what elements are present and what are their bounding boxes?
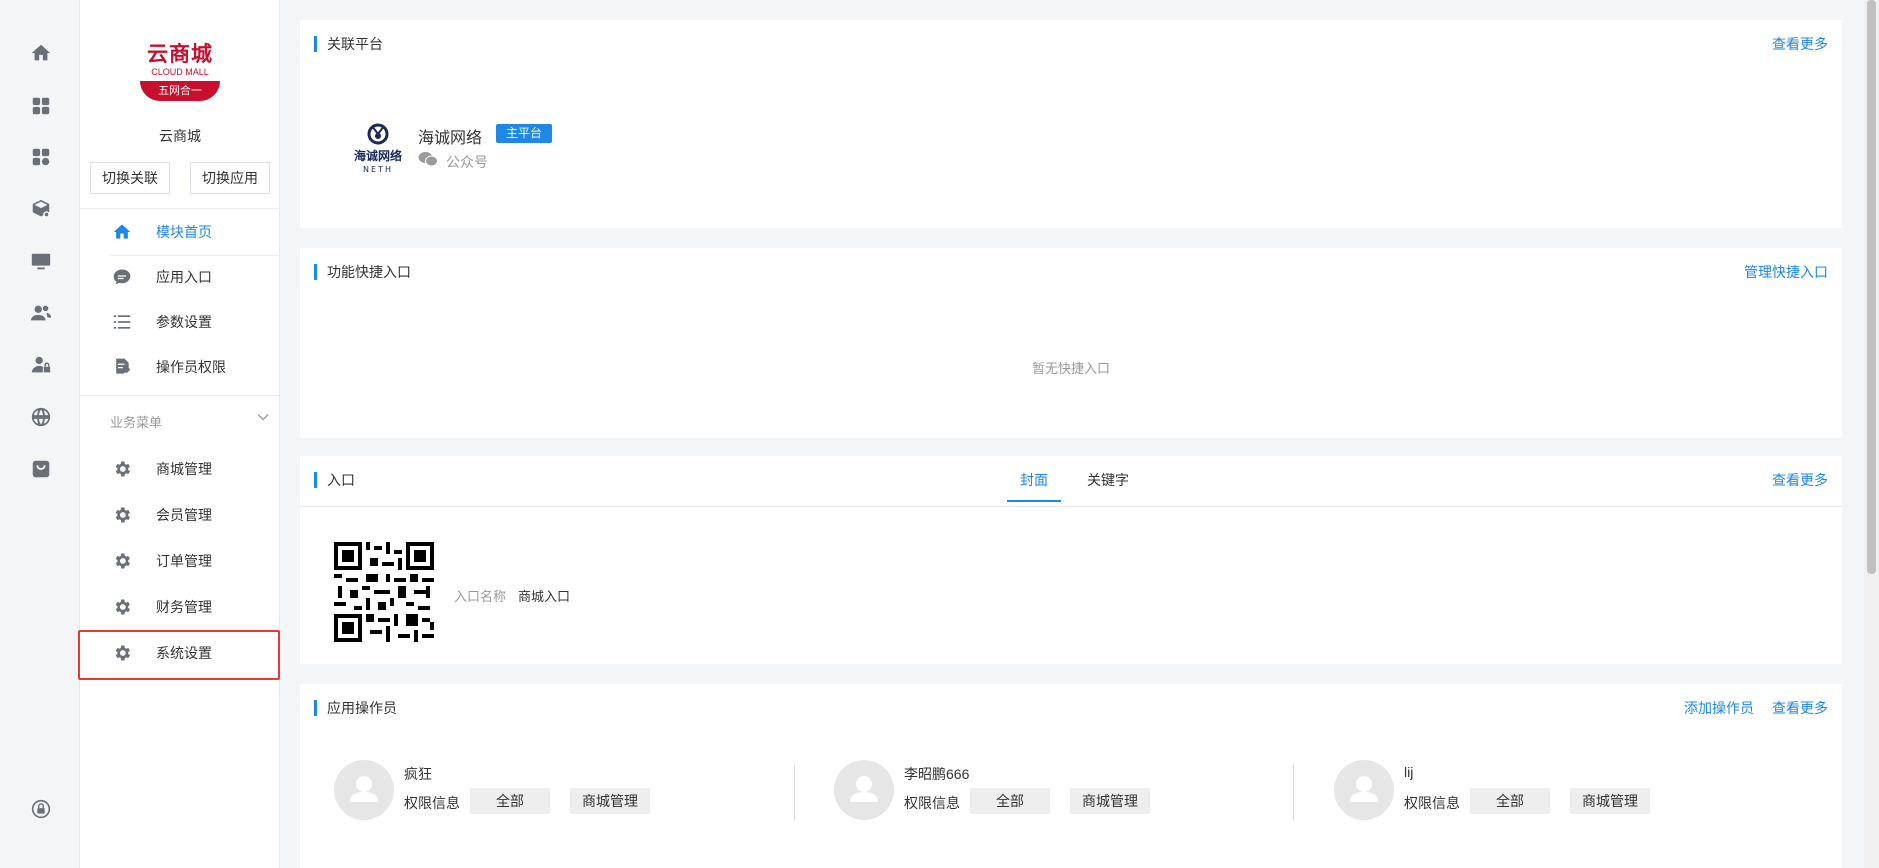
avatar (1334, 760, 1394, 820)
view-more-link[interactable]: 查看更多 (1772, 472, 1828, 488)
card-title: 应用操作员 (314, 700, 397, 716)
app-name: 云商城 (159, 128, 201, 144)
operators-card: 应用操作员 添加操作员 查看更多 疯狂 权限信息 全部 商城管理 李昭鹏666 … (300, 684, 1842, 868)
avatar (334, 760, 394, 820)
menu-item-label: 应用入口 (156, 269, 212, 285)
platform-type: 公众号 (446, 154, 488, 170)
gear-icon (110, 595, 134, 619)
entry-name-value: 商城入口 (518, 589, 571, 604)
entry-name-label: 入口名称 (454, 589, 507, 604)
operator-item: 疯狂 权限信息 全部 商城管理 (334, 760, 834, 820)
switch-app-button[interactable]: 切换应用 (190, 162, 270, 194)
related-platform-card: 关联平台 查看更多 海诚网络 NETH 海诚网络 主平台 公众号 (300, 20, 1842, 228)
menu-item-param-settings[interactable]: 参数设置 (80, 302, 280, 342)
menu-item-label: 商城管理 (156, 461, 212, 477)
menu-item-label: 参数设置 (156, 314, 212, 330)
menu-item-operator-permissions[interactable]: 操作员权限 (80, 347, 280, 387)
entry-card: 入口 封面 关键字 查看更多 入口名称 商城入口 (300, 456, 1842, 664)
module-sidebar: 云商城 CLOUD MALL 五网合一 云商城 切换关联 切换应用 模块首页 应… (78, 0, 280, 868)
logo-ribbon: 五网合一 (140, 81, 220, 101)
logo-subtitle: CLOUD MALL (151, 67, 209, 77)
menu-item-label: 订单管理 (156, 553, 212, 569)
menu-item-order-management[interactable]: 订单管理 (80, 541, 280, 581)
wechat-icon (418, 152, 438, 167)
document-edit-icon (110, 355, 134, 379)
apps-add-icon[interactable] (28, 144, 54, 170)
menu-item-member-management[interactable]: 会员管理 (80, 495, 280, 535)
main-platform-badge: 主平台 (496, 124, 553, 143)
perm-label: 权限信息 (1404, 795, 1460, 811)
menu-item-label: 财务管理 (156, 599, 212, 615)
icon-rail (0, 0, 80, 868)
menu-item-mall-management[interactable]: 商城管理 (80, 449, 280, 489)
home-icon (110, 220, 134, 244)
monitor-icon[interactable] (28, 249, 54, 275)
logo-title: 云商城 (147, 43, 213, 66)
vertical-scrollbar[interactable] (1864, 0, 1879, 868)
gear-icon (110, 503, 134, 527)
platform-name: 海诚网络 (418, 130, 483, 147)
menu-item-app-entry[interactable]: 应用入口 (80, 257, 280, 297)
cloud-mall-logo: 云商城 CLOUD MALL 五网合一 (138, 44, 222, 101)
menu-item-label: 操作员权限 (156, 359, 226, 375)
chat-bubble-icon (110, 265, 134, 289)
perm-tag: 商城管理 (1070, 788, 1150, 814)
perm-label: 权限信息 (904, 795, 960, 811)
empty-quick-entry: 暂无快捷入口 (1031, 361, 1110, 376)
svg-text:NETH: NETH (363, 165, 393, 174)
apps-grid-icon[interactable] (28, 93, 54, 119)
perm-tag: 全部 (970, 788, 1050, 814)
chevron-down-icon[interactable] (256, 410, 270, 424)
tab-cover[interactable]: 封面 (1007, 470, 1061, 502)
operator-item: lij 权限信息 全部 商城管理 (1334, 760, 1734, 820)
operator-name: 李昭鹏666 (904, 766, 970, 782)
globe-icon[interactable] (28, 404, 54, 430)
manage-quick-entry-link[interactable]: 管理快捷入口 (1744, 264, 1828, 280)
tab-keyword[interactable]: 关键字 (1078, 470, 1138, 502)
qr-code (334, 542, 434, 642)
perm-tag: 商城管理 (570, 788, 650, 814)
card-title: 功能快捷入口 (314, 264, 411, 280)
add-operator-link[interactable]: 添加操作员 (1684, 700, 1754, 716)
svg-text:海诚网络: 海诚网络 (354, 148, 402, 163)
operator-name: 疯狂 (404, 766, 432, 782)
user-lock-icon[interactable] (28, 352, 54, 378)
perm-tag: 全部 (1470, 788, 1550, 814)
operator-name: lij (1404, 764, 1414, 780)
shop-bag-icon[interactable] (28, 456, 54, 482)
business-menu-title: 业务菜单 (110, 415, 163, 430)
menu-item-label: 会员管理 (156, 507, 212, 523)
view-more-link[interactable]: 查看更多 (1772, 700, 1828, 716)
card-title: 入口 (314, 472, 355, 488)
gear-icon (110, 549, 134, 573)
menu-item-system-settings[interactable]: 系统设置 (80, 633, 280, 673)
avatar (834, 760, 894, 820)
home-icon[interactable] (28, 40, 54, 66)
list-settings-icon (110, 310, 134, 334)
quick-entry-card: 功能快捷入口 管理快捷入口 暂无快捷入口 (300, 248, 1842, 438)
lock-icon[interactable] (28, 796, 54, 822)
operator-item: 李昭鹏666 权限信息 全部 商城管理 (834, 760, 1334, 820)
platform-logo: 海诚网络 NETH (354, 123, 402, 174)
perm-label: 权限信息 (404, 795, 460, 811)
perm-tag: 商城管理 (1570, 788, 1650, 814)
scrollbar-thumb[interactable] (1867, 0, 1876, 574)
gear-icon (110, 457, 134, 481)
switch-relation-button[interactable]: 切换关联 (90, 162, 170, 194)
menu-item-module-home[interactable]: 模块首页 (80, 212, 280, 252)
view-more-link[interactable]: 查看更多 (1772, 36, 1828, 52)
menu-item-finance-management[interactable]: 财务管理 (80, 587, 280, 627)
perm-tag: 全部 (470, 788, 550, 814)
menu-item-label: 模块首页 (156, 224, 212, 240)
card-title: 关联平台 (314, 36, 383, 52)
box-settings-icon[interactable] (28, 196, 54, 222)
menu-item-label: 系统设置 (156, 645, 212, 661)
gear-icon (110, 641, 134, 665)
users-icon[interactable] (28, 300, 54, 326)
